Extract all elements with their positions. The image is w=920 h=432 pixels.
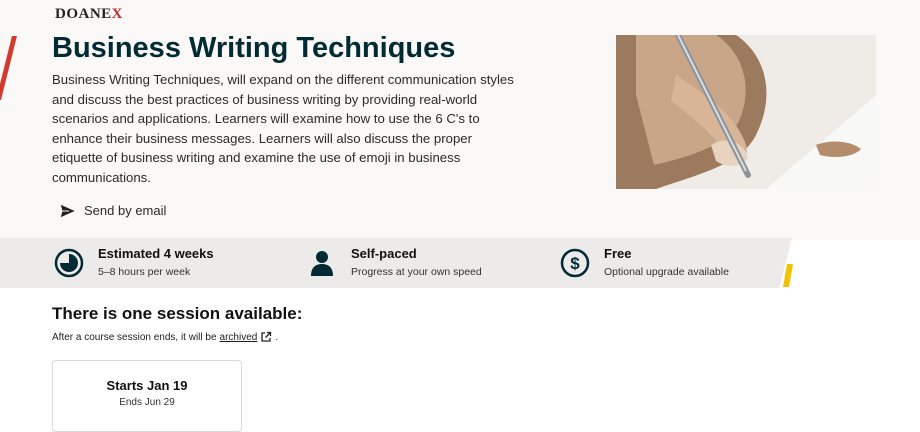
- session-end-date: Ends Jun 29: [119, 397, 175, 408]
- session-start-date: Starts Jan 19: [106, 378, 188, 393]
- session-card[interactable]: Starts Jan 19 Ends Jun 29: [52, 360, 242, 432]
- course-description: Business Writing Techniques, will expand…: [52, 72, 514, 185]
- stat-duration-title: Estimated 4 weeks: [98, 246, 214, 261]
- hand-pen-illustration: [616, 35, 876, 189]
- clock-pie-icon: [54, 248, 84, 278]
- stat-duration-subtitle: 5–8 hours per week: [98, 266, 191, 278]
- archive-note: After a course session ends, it will be …: [52, 331, 278, 343]
- course-title: Business Writing Techniques: [52, 32, 456, 64]
- person-icon: [311, 251, 333, 276]
- svg-text:$: $: [570, 254, 580, 273]
- dollar-circle-icon: $: [560, 248, 590, 278]
- archived-link[interactable]: archived: [220, 332, 258, 343]
- send-icon: [60, 203, 76, 218]
- course-image-hand-writing: [616, 35, 876, 189]
- stat-pace: Self-paced Progress at your own speed: [307, 246, 482, 278]
- sessions-heading: There is one session available:: [52, 304, 303, 323]
- logo-prefix: DOANE: [55, 6, 112, 22]
- doanex-logo[interactable]: DOANEX: [55, 6, 123, 23]
- stat-price: $ Free Optional upgrade available: [560, 246, 729, 278]
- send-by-email-label: Send by email: [84, 203, 167, 218]
- stat-price-subtitle: Optional upgrade available: [604, 266, 729, 278]
- stat-duration: Estimated 4 weeks 5–8 hours per week: [54, 246, 214, 278]
- logo-suffix: X: [111, 6, 124, 22]
- archive-note-prefix: After a course session ends, it will be: [52, 331, 217, 343]
- external-link-icon[interactable]: [260, 331, 272, 343]
- stat-pace-title: Self-paced: [351, 246, 417, 261]
- stat-pace-subtitle: Progress at your own speed: [351, 266, 482, 278]
- archive-note-suffix: .: [275, 331, 279, 343]
- stat-price-title: Free: [604, 246, 632, 261]
- send-by-email-button[interactable]: Send by email: [60, 203, 166, 218]
